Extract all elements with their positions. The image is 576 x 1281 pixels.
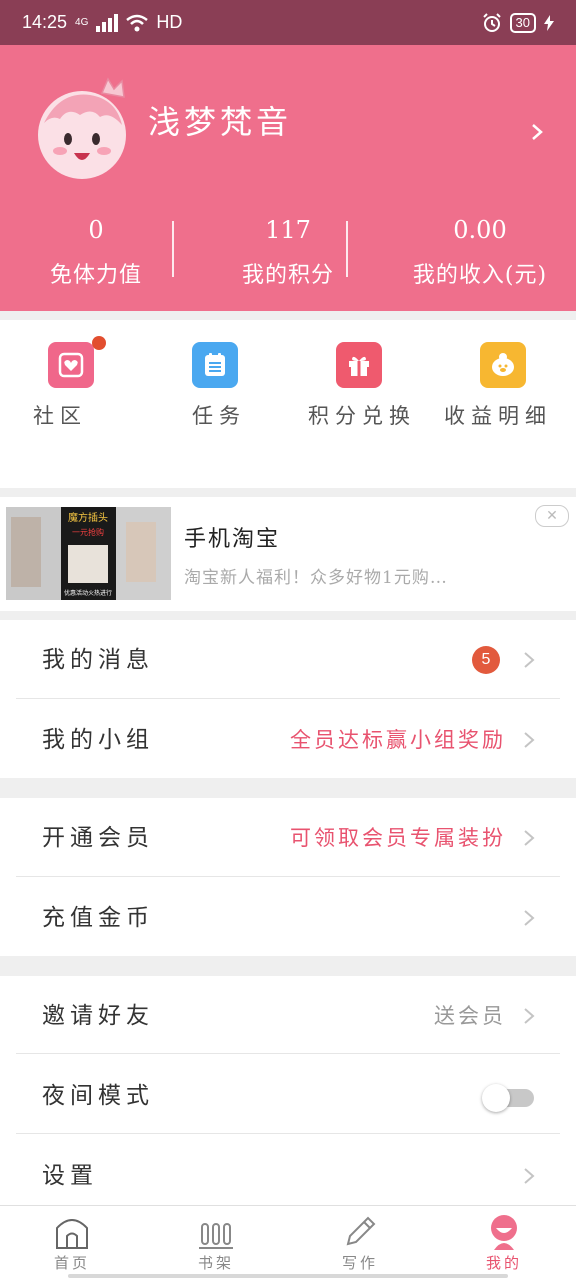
- menu-label: 开通会员: [42, 825, 154, 851]
- stat-points[interactable]: 117 我的积分: [192, 213, 384, 293]
- task-list-icon: [192, 342, 238, 388]
- stat-label: 我的收入(元): [412, 263, 548, 288]
- stat-stamina[interactable]: 0 免体力值: [0, 213, 192, 293]
- stat-value: 0.00: [453, 216, 507, 244]
- chevron-right-icon[interactable]: [528, 123, 546, 141]
- tab-home[interactable]: 首页: [0, 1206, 144, 1281]
- menu-row-recharge[interactable]: 充值金币: [0, 878, 576, 958]
- stat-value: 0: [88, 216, 104, 244]
- quick-action-community[interactable]: 社区: [0, 320, 144, 488]
- signal-icon: [96, 13, 119, 32]
- username: 浅梦梵音: [148, 103, 293, 141]
- close-icon[interactable]: ✕: [535, 505, 569, 527]
- quick-actions-grid: 社区 任务 积分兑换 收益明细: [0, 320, 576, 488]
- toggle-knob: [482, 1084, 510, 1112]
- chevron-right-icon: [524, 1008, 535, 1024]
- status-time: 14:25: [22, 12, 68, 32]
- menu-row-settings[interactable]: 设置: [0, 1136, 576, 1216]
- menu-row-messages[interactable]: 我的消息 5: [0, 620, 576, 700]
- night-mode-toggle[interactable]: [482, 1084, 536, 1112]
- menu-extra: 可领取会员专属装扮: [290, 826, 506, 850]
- wifi-icon: [126, 14, 149, 31]
- hd-label: HD: [156, 12, 183, 32]
- notification-dot: [92, 336, 106, 350]
- menu-section-social: 我的消息 5 我的小组 全员达标赢小组奖励: [0, 620, 576, 778]
- menu-label: 邀请好友: [42, 1003, 154, 1029]
- charging-icon: [544, 14, 554, 31]
- menu-extra: 送会员: [434, 1004, 506, 1028]
- divider: [346, 221, 348, 277]
- ad-thumb-text: 优惠活动火热进行: [64, 589, 112, 597]
- ad-thumbnail[interactable]: 魔方插头 一元抢购 优惠活动火热进行: [6, 507, 171, 600]
- ad-thumb-text: 魔方插头: [68, 511, 108, 524]
- stat-value: 117: [265, 216, 311, 244]
- stat-label: 免体力值: [49, 263, 142, 288]
- profile-icon: [491, 1215, 517, 1250]
- tab-label: 写作: [341, 1254, 378, 1272]
- tab-mine[interactable]: 我的: [432, 1206, 576, 1281]
- gift-icon: [336, 342, 382, 388]
- community-icon: [48, 342, 94, 388]
- quick-action-label: 任务: [192, 404, 246, 428]
- home-icon: [56, 1219, 88, 1249]
- stat-income[interactable]: 0.00 我的收入(元): [384, 213, 576, 293]
- battery-indicator: 30: [509, 12, 536, 33]
- chevron-right-icon: [524, 910, 535, 926]
- tab-label: 我的: [485, 1254, 522, 1272]
- quick-action-label: 积分兑换: [308, 404, 416, 428]
- bottom-tab-bar: 首页 书架 写作 我的: [0, 1205, 576, 1281]
- chevron-right-icon: [524, 652, 535, 668]
- divider: [16, 876, 560, 877]
- stats-row: 0 免体力值 117 我的积分 0.00 我的收入(元): [0, 213, 576, 293]
- tab-write[interactable]: 写作: [288, 1206, 432, 1281]
- avatar[interactable]: [30, 77, 134, 181]
- ad-description: 淘宝新人福利！众多好物1元购…: [184, 568, 448, 588]
- quick-action-label: 社区: [33, 404, 87, 428]
- network-label: 4G: [75, 17, 89, 28]
- pen-icon: [346, 1216, 376, 1246]
- menu-row-group[interactable]: 我的小组 全员达标赢小组奖励: [0, 700, 576, 780]
- quick-action-earnings[interactable]: 收益明细: [432, 320, 576, 488]
- menu-label: 我的消息: [42, 647, 154, 673]
- menu-row-night-mode: 夜间模式: [0, 1056, 576, 1136]
- divider: [16, 698, 560, 699]
- chevron-right-icon: [524, 1168, 535, 1184]
- menu-label: 夜间模式: [42, 1083, 154, 1109]
- ad-title: 手机淘宝: [184, 527, 281, 552]
- menu-label: 我的小组: [42, 727, 154, 753]
- tab-label: 首页: [53, 1254, 90, 1272]
- home-indicator: [68, 1274, 508, 1278]
- menu-label: 充值金币: [42, 905, 154, 931]
- ad-banner[interactable]: 魔方插头 一元抢购 优惠活动火热进行 手机淘宝 淘宝新人福利！众多好物1元购… …: [0, 497, 576, 611]
- divider: [16, 1133, 560, 1134]
- status-bar: 14:25 4G HD 30: [0, 0, 576, 45]
- menu-row-vip[interactable]: 开通会员 可领取会员专属装扮: [0, 798, 576, 878]
- menu-label: 设置: [42, 1163, 98, 1189]
- menu-section-general: 邀请好友 送会员 夜间模式 设置: [0, 976, 576, 1205]
- menu-row-invite[interactable]: 邀请好友 送会员: [0, 976, 576, 1056]
- menu-extra: 全员达标赢小组奖励: [290, 728, 506, 752]
- alarm-icon: [482, 12, 501, 32]
- piggy-bank-icon: [480, 342, 526, 388]
- ad-thumb-text: 一元抢购: [72, 527, 104, 537]
- bookshelf-icon: [199, 1223, 233, 1249]
- quick-action-label: 收益明细: [444, 404, 552, 428]
- tab-bookshelf[interactable]: 书架: [144, 1206, 288, 1281]
- profile-header[interactable]: 浅梦梵音 0 免体力值 117 我的积分 0.00 我的收入(元): [0, 45, 576, 311]
- divider: [172, 221, 174, 277]
- quick-action-exchange[interactable]: 积分兑换: [288, 320, 432, 488]
- chevron-right-icon: [524, 732, 535, 748]
- quick-action-tasks[interactable]: 任务: [144, 320, 288, 488]
- menu-section-membership: 开通会员 可领取会员专属装扮 充值金币: [0, 798, 576, 956]
- divider: [16, 1053, 560, 1054]
- tab-label: 书架: [197, 1254, 234, 1272]
- chevron-right-icon: [524, 830, 535, 846]
- stat-label: 我的积分: [241, 263, 334, 288]
- unread-badge: 5: [472, 646, 500, 674]
